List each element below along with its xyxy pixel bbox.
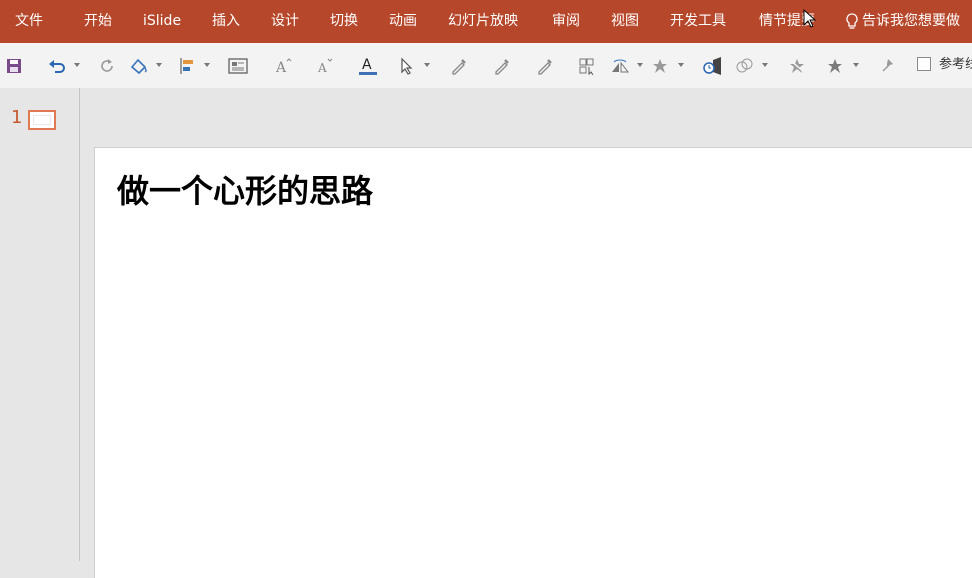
select-icon[interactable] xyxy=(395,43,419,88)
text-box-icon[interactable] xyxy=(226,43,250,88)
star-filled-icon[interactable] xyxy=(823,43,847,88)
align-dropdown-icon[interactable] xyxy=(204,63,210,67)
decrease-font-icon[interactable]: A xyxy=(313,43,337,88)
replace-icon[interactable] xyxy=(576,43,600,88)
eyedropper-icon[interactable] xyxy=(447,43,471,88)
flip-dropdown-icon[interactable] xyxy=(637,63,643,67)
lightbulb-icon xyxy=(846,12,858,29)
effects-icon[interactable] xyxy=(648,43,672,88)
tab-view[interactable]: 视图 xyxy=(611,0,639,43)
slide[interactable]: 做一个心形的思路 xyxy=(94,147,972,578)
slide-canvas: 做一个心形的思路 xyxy=(80,88,972,578)
mouse-cursor-icon xyxy=(803,8,817,33)
slide-thumbnail-pane: 1 xyxy=(0,88,80,561)
quick-access-toolbar: A A A 参考线 xyxy=(0,43,972,88)
flip-icon[interactable] xyxy=(609,43,633,88)
guides-checkbox-label: 参考线 xyxy=(939,57,972,72)
slide-title[interactable]: 做一个心形的思路 xyxy=(117,166,373,212)
svg-text:A: A xyxy=(275,60,287,74)
tell-me-text: 告诉我您想要做 xyxy=(862,13,960,29)
tab-design[interactable]: 设计 xyxy=(271,0,299,43)
eyedropper-icon[interactable] xyxy=(490,43,514,88)
tab-slideshow[interactable]: 幻灯片放映 xyxy=(448,0,518,43)
tab-animations[interactable]: 动画 xyxy=(389,0,417,43)
eyedropper-icon[interactable] xyxy=(533,43,557,88)
undo-icon[interactable] xyxy=(45,43,69,88)
star-dropdown-icon[interactable] xyxy=(853,63,859,67)
save-icon[interactable] xyxy=(2,43,26,88)
tab-insert[interactable]: 插入 xyxy=(212,0,240,43)
shape-fill-dropdown-icon[interactable] xyxy=(156,63,162,67)
tab-transitions[interactable]: 切换 xyxy=(330,0,358,43)
guides-checkbox[interactable] xyxy=(917,57,931,71)
slide-number: 1 xyxy=(11,107,23,128)
svg-text:A: A xyxy=(317,61,327,74)
undo-dropdown-icon[interactable] xyxy=(74,63,80,67)
redo-icon[interactable] xyxy=(95,43,119,88)
increase-font-icon[interactable]: A xyxy=(271,43,295,88)
merge-shapes-icon[interactable] xyxy=(733,43,757,88)
animation-icon[interactable] xyxy=(700,43,724,88)
font-color-icon[interactable]: A xyxy=(356,43,380,88)
tell-me-box[interactable]: 告诉我您想要做 xyxy=(846,0,960,43)
slide-thumbnail[interactable] xyxy=(28,110,56,130)
effects-dropdown-icon[interactable] xyxy=(678,63,684,67)
pin-icon[interactable] xyxy=(876,43,900,88)
ribbon-tab-bar: 文件 开始 iSlide 插入 设计 切换 动画 幻灯片放映 审阅 视图 开发工… xyxy=(0,0,972,43)
tab-review[interactable]: 审阅 xyxy=(552,0,580,43)
svg-text:A: A xyxy=(362,57,372,73)
tab-developer[interactable]: 开发工具 xyxy=(670,0,726,43)
tab-file[interactable]: 文件 xyxy=(15,0,43,43)
shape-fill-icon[interactable] xyxy=(127,43,151,88)
star-icon[interactable] xyxy=(785,43,809,88)
select-dropdown-icon[interactable] xyxy=(424,63,430,67)
tab-islide[interactable]: iSlide xyxy=(143,0,181,43)
align-icon[interactable] xyxy=(175,43,199,88)
merge-shapes-dropdown-icon[interactable] xyxy=(762,63,768,67)
tab-home[interactable]: 开始 xyxy=(84,0,112,43)
